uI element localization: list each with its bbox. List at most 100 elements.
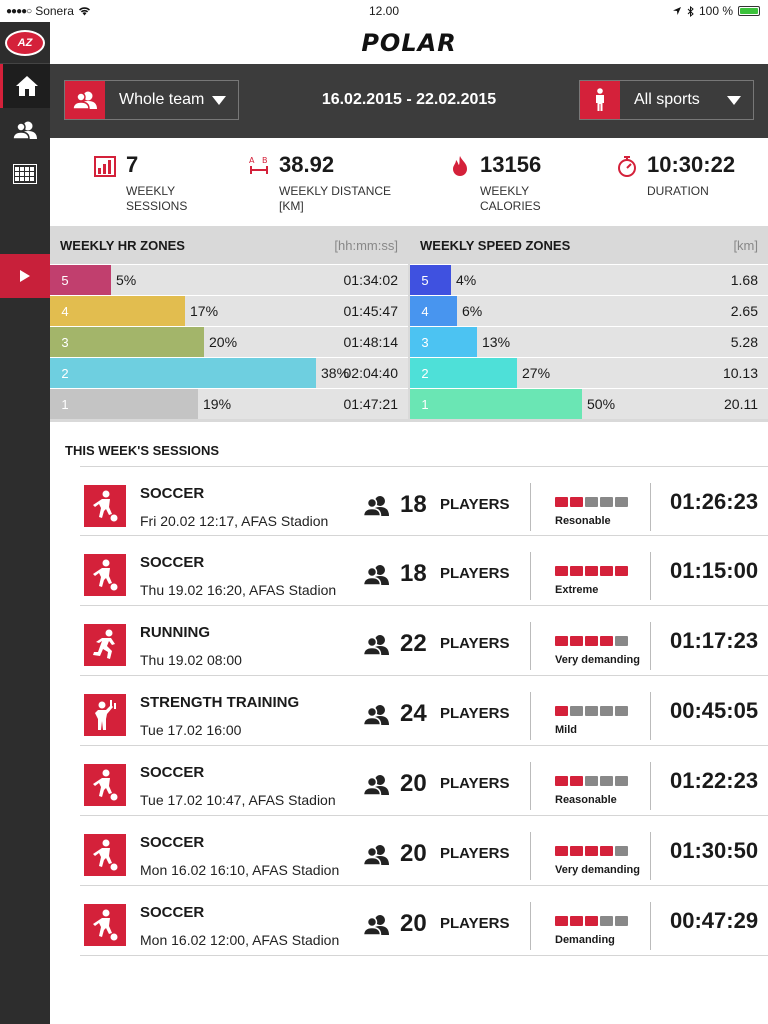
session-date: Thu 19.02 08:00: [140, 652, 242, 668]
zone-bar: [440, 358, 517, 388]
session-row[interactable]: RUNNING Thu 19.02 08:00 22 PLAYERS Very dema…: [80, 606, 768, 676]
sidebar-item-calendar[interactable]: [0, 152, 50, 196]
zone-number: 1: [50, 389, 80, 419]
zone-value: 20.11: [724, 396, 758, 412]
zone-number: 5: [50, 265, 80, 295]
divider: [650, 902, 651, 950]
load-segment: [570, 846, 583, 856]
load-segment: [600, 497, 613, 507]
players-icon: [362, 564, 391, 586]
players-icon: [362, 495, 391, 517]
load-segment: [585, 636, 598, 646]
divider: [650, 483, 651, 531]
speed-zone-row-2: 2 27% 10.13: [410, 357, 768, 388]
zone-percent: 20%: [209, 334, 238, 350]
strength-icon: [84, 694, 126, 736]
session-duration: 00:47:29: [670, 908, 759, 933]
load-segment: [585, 916, 598, 926]
load-segment: [555, 497, 568, 507]
load-segment: [615, 706, 628, 716]
az-logo-icon: AZ: [5, 29, 45, 56]
sidebar: AZ: [0, 22, 50, 1024]
training-load-meter: [555, 706, 628, 716]
divider: [650, 552, 651, 600]
load-segment: [615, 497, 628, 507]
clock: 12.00: [368, 4, 400, 18]
hr-zone-row-3: 3 20% 01:48:14: [50, 326, 408, 357]
zone-value: 01:47:21: [343, 396, 399, 412]
players-label: PLAYERS: [440, 705, 510, 722]
soccer-icon: [84, 554, 126, 596]
club-logo: AZ: [0, 22, 50, 64]
zone-percent: 27%: [522, 365, 551, 381]
training-load-meter: [555, 566, 628, 576]
session-sport: SOCCER: [140, 834, 205, 851]
zone-percent: 50%: [587, 396, 616, 412]
session-date: Tue 17.02 16:00: [140, 722, 242, 738]
session-player-count: 20: [400, 840, 427, 867]
speed-zones-panel: WEEKLY SPEED ZONES [km] 5 4% 1.68 4 6% 2.65 3 1…: [410, 226, 768, 422]
speed-zone-row-4: 4 6% 2.65: [410, 295, 768, 326]
load-segment: [585, 846, 598, 856]
players-icon: [362, 844, 391, 866]
zone-value: 10.13: [722, 365, 758, 381]
session-player-count: 24: [400, 700, 427, 727]
location-icon: [672, 7, 681, 15]
load-segment: [555, 636, 568, 646]
session-date: Tue 17.02 10:47, AFAS Stadion: [140, 792, 336, 808]
load-segment: [555, 916, 568, 926]
speed-zone-row-3: 3 13% 5.28: [410, 326, 768, 357]
session-row[interactable]: SOCCER Mon 16.02 16:10, AFAS Stadion 20 PLA…: [80, 816, 768, 886]
session-player-count: 20: [400, 770, 427, 797]
soccer-icon: [84, 904, 126, 946]
polar-logo: POLAR: [361, 29, 457, 57]
chevron-down-icon: [727, 95, 741, 105]
players-label: PLAYERS: [440, 915, 510, 932]
person-icon: [580, 81, 620, 119]
session-row[interactable]: SOCCER Thu 19.02 16:20, AFAS Stadion 18 PLA…: [80, 536, 768, 606]
zone-bar: [440, 265, 451, 295]
session-row[interactable]: SOCCER Fri 20.02 12:17, AFAS Stadion 18 PLA…: [80, 466, 768, 536]
team-icon: [12, 121, 37, 140]
zone-number: 4: [50, 296, 80, 326]
load-segment: [600, 566, 613, 576]
speed-zones-unit: [km]: [733, 238, 758, 253]
session-player-count: 18: [400, 491, 427, 518]
bar-chart-icon: [94, 156, 116, 177]
zone-value: 1.68: [730, 272, 758, 288]
zone-value: 2.65: [730, 303, 758, 319]
session-row[interactable]: SOCCER Tue 17.02 10:47, AFAS Stadion 20 PLA…: [80, 746, 768, 816]
sidebar-item-team[interactable]: [0, 108, 50, 152]
session-duration: 01:15:00: [670, 558, 759, 583]
session-duration: 01:30:50: [670, 838, 759, 863]
load-segment: [570, 776, 583, 786]
zone-number: 2: [50, 358, 80, 388]
players-icon: [362, 704, 391, 726]
session-date: Mon 16.02 12:00, AFAS Stadion: [140, 932, 340, 948]
load-segment: [615, 916, 628, 926]
team-filter-icon: [65, 81, 105, 119]
training-load-label: Demanding: [555, 934, 615, 946]
session-row[interactable]: STRENGTH TRAINING Tue 17.02 16:00 24 PLAYER…: [80, 676, 768, 746]
session-row[interactable]: SOCCER Mon 16.02 12:00, AFAS Stadion 20 PLA…: [80, 886, 768, 956]
divider: [530, 692, 531, 740]
session-sport: STRENGTH TRAINING: [140, 694, 300, 711]
training-load-label: Reasonable: [555, 794, 617, 806]
distance-ab-icon: AB: [249, 156, 268, 174]
load-segment: [600, 916, 613, 926]
load-segment: [555, 706, 568, 716]
zones-section: WEEKLY HR ZONES [hh:mm:ss] 5 5% 01:34:02 4 1…: [50, 226, 768, 422]
team-dropdown-value: Whole team: [119, 91, 205, 108]
team-dropdown[interactable]: Whole team: [64, 80, 239, 120]
load-segment: [585, 497, 598, 507]
session-sport: SOCCER: [140, 485, 205, 502]
sidebar-item-home[interactable]: [0, 64, 50, 108]
session-player-count: 20: [400, 910, 427, 937]
sidebar-start-session-button[interactable]: [0, 254, 50, 298]
players-label: PLAYERS: [440, 496, 510, 513]
zone-percent: 13%: [482, 334, 511, 350]
sport-dropdown[interactable]: All sports: [579, 80, 754, 120]
zone-number: 4: [410, 296, 440, 326]
svg-text:B: B: [262, 156, 268, 165]
soccer-icon: [84, 764, 126, 806]
